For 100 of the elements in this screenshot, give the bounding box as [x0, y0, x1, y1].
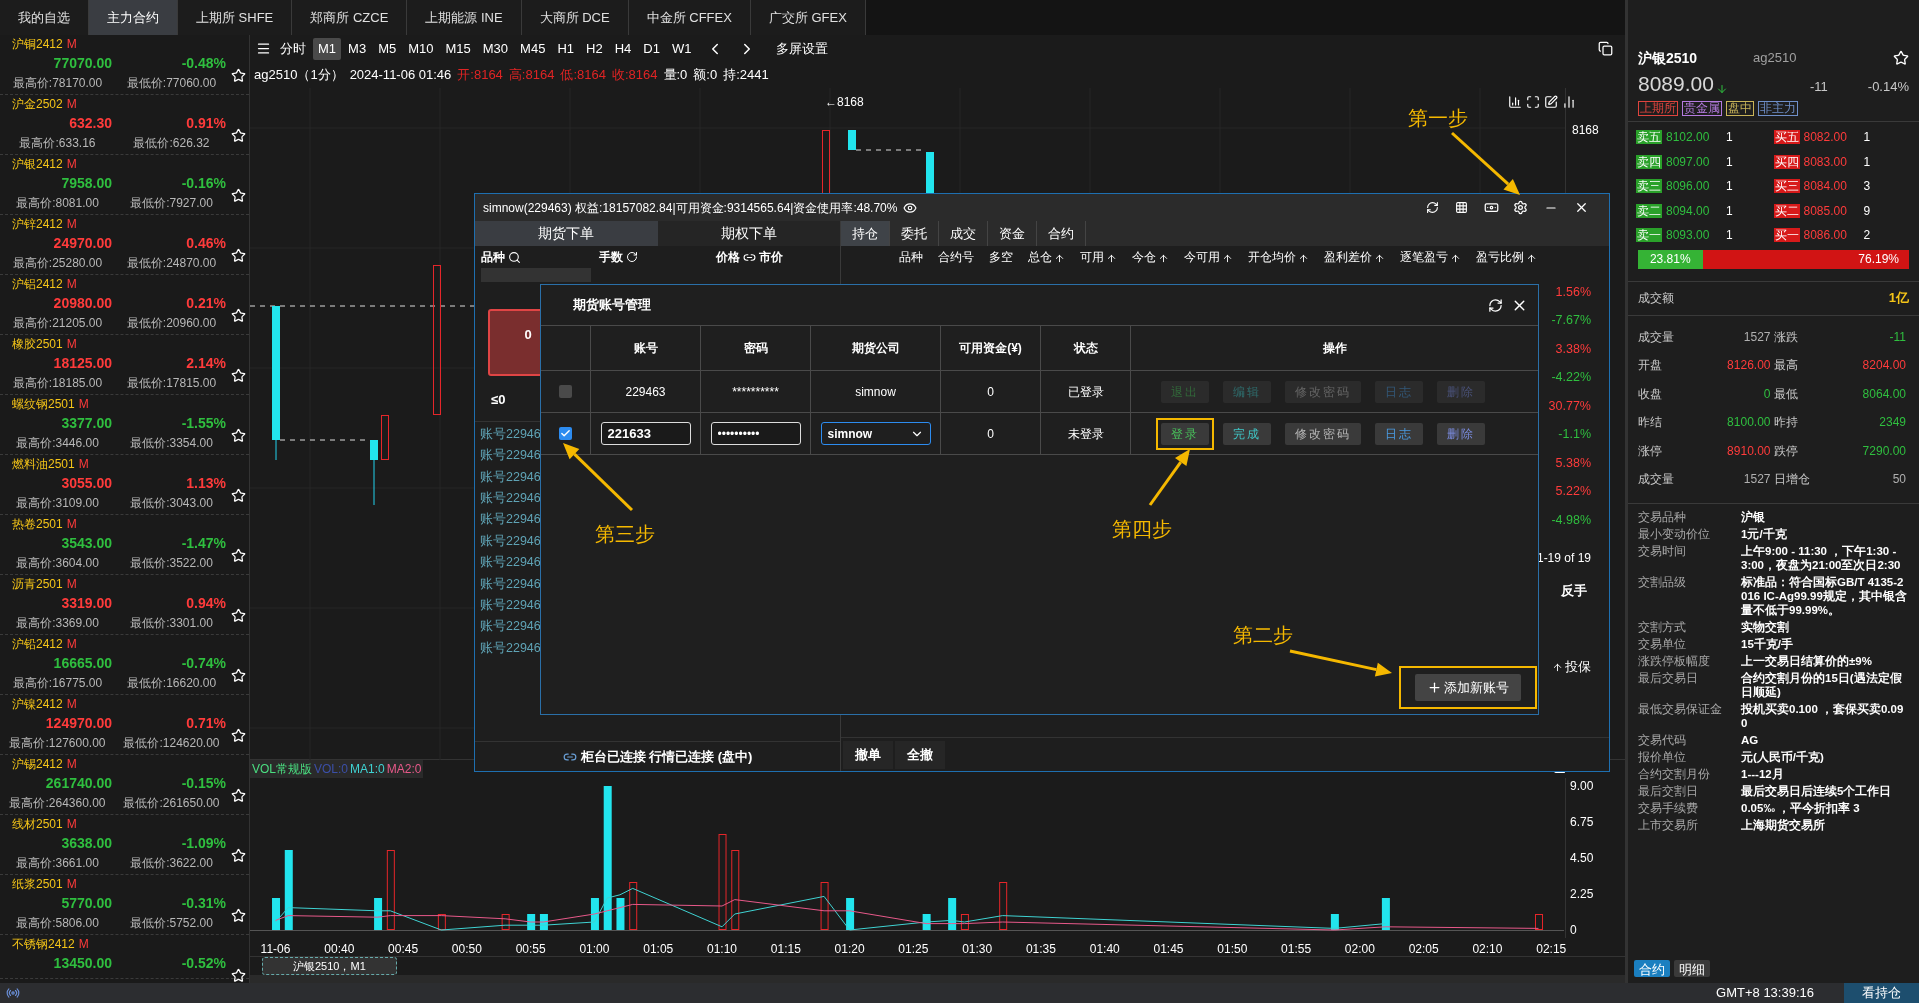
high-price: 最高价:3109.00 — [16, 496, 99, 510]
low-price: 最低价:17815.00 — [126, 376, 217, 390]
period-tab[interactable]: M5 — [373, 37, 402, 60]
info-label: 交割方式 — [1638, 619, 1687, 634]
order-book-volume: 2 — [1863, 227, 1871, 245]
change-percent: 0.94% — [186, 594, 226, 611]
row-action-button[interactable]: 完成 — [1223, 422, 1271, 445]
action-button[interactable]: 全撤 — [895, 740, 945, 769]
column-header[interactable]: 今仓 — [1132, 249, 1169, 267]
account-input[interactable]: 221633 — [600, 422, 691, 445]
axis-label: 0 — [1570, 923, 1577, 937]
contract-name: 沪金2502 — [12, 95, 63, 113]
sell-ratio: 76.19% — [1858, 251, 1899, 268]
change-percent: 0.71% — [186, 714, 226, 731]
market-tab[interactable]: 中金所 CFFEX — [628, 0, 751, 35]
panel-tab[interactable]: 合约 — [1634, 960, 1670, 977]
order-book-label: 卖二 — [1636, 203, 1662, 218]
period-tab[interactable]: M30 — [477, 37, 514, 60]
period-tab[interactable]: H4 — [609, 37, 637, 60]
password-input[interactable]: •••••••••• — [710, 422, 801, 445]
period-tab[interactable]: D1 — [638, 37, 665, 60]
column-header[interactable]: 盈利差价 — [1324, 249, 1385, 267]
stat-value: -11 — [1889, 328, 1906, 346]
period-tab[interactable]: M15 — [440, 37, 476, 60]
buy-ratio: 23.81% — [1649, 251, 1691, 268]
price-change-percent: -0.14% — [1867, 77, 1909, 96]
column-header[interactable]: 品种 — [899, 249, 923, 267]
axis-label: 9.00 — [1570, 779, 1594, 793]
reverse-button[interactable]: 反手 — [1557, 580, 1591, 600]
column-header[interactable]: 开仓均价 — [1248, 249, 1309, 267]
column-header: 投保 — [1565, 659, 1591, 676]
info-label: 涨跌停板幅度 — [1638, 653, 1711, 668]
market-tab[interactable]: 上期所 SHFE — [178, 0, 293, 35]
order-book-label: 买三 — [1773, 179, 1800, 194]
period-tab[interactable]: 分时 — [275, 37, 311, 60]
low-price: 最低价:3522.00 — [130, 556, 213, 570]
change-percent: -0.74% — [181, 654, 226, 671]
market-tab[interactable]: 郑商所 CZCE — [292, 0, 408, 35]
row-action-button[interactable]: 日志 — [1375, 422, 1423, 445]
broker-select[interactable]: simnow — [820, 422, 931, 445]
info-value: 上海期货交易所 — [1741, 817, 1826, 832]
low-price: 最低价:124620.00 — [123, 736, 220, 750]
row-action-button[interactable]: 删除 — [1437, 422, 1485, 445]
axis-label: 2.25 — [1570, 887, 1594, 901]
order-tab[interactable]: 期权下单 — [657, 221, 840, 246]
column-header[interactable]: 多空 — [989, 249, 1013, 267]
market-tab[interactable]: 广交所 GFEX — [750, 0, 866, 35]
high-price: 最高价:5806.00 — [16, 916, 99, 930]
contract-tag: M — [78, 934, 89, 953]
row-action-button[interactable]: 登录 — [1161, 422, 1209, 445]
panel-tab[interactable]: 明细 — [1674, 960, 1710, 977]
contract-tag: M — [66, 154, 77, 173]
market-tab[interactable]: 上期能源 INE — [407, 0, 522, 35]
contract-name: 热卷2501 — [12, 515, 63, 533]
contract-name: 沪镍2412 — [12, 695, 63, 713]
info-label: 交易手续费 — [1638, 800, 1699, 815]
contract-name: 不锈钢2412 — [12, 935, 75, 953]
column-header[interactable]: 今可用 — [1184, 249, 1233, 267]
info-label: 交割品级 — [1638, 574, 1687, 590]
action-button[interactable]: 撤单 — [843, 740, 893, 769]
profit-ratio: 5.22% — [1555, 483, 1591, 501]
market-tab[interactable]: 大商所 DCE — [521, 0, 629, 35]
order-book-label: 卖三 — [1636, 179, 1662, 194]
info-label: 交易时间 — [1638, 543, 1687, 559]
market-tab[interactable]: 我的自选 — [0, 0, 89, 35]
order-book-price: 8083.00 — [1803, 153, 1848, 171]
chart-info-text: 额:0 — [693, 66, 718, 85]
market-tag: 盘中 — [1726, 100, 1754, 116]
order-tab[interactable]: 期货下单 — [475, 221, 658, 246]
period-tab[interactable]: H2 — [581, 37, 608, 60]
stat-label: 开盘 — [1638, 357, 1662, 374]
multi-screen-button[interactable]: 多屏设置 — [776, 38, 829, 59]
column-header[interactable]: 逐笔盈亏 — [1400, 249, 1461, 267]
period-tab[interactable]: H1 — [552, 37, 579, 60]
column-header[interactable]: 合约号 — [938, 249, 974, 267]
order-book-price: 8085.00 — [1803, 202, 1848, 220]
last-price: 3543.00 — [61, 534, 112, 551]
column-header[interactable]: 盈亏比例 — [1476, 249, 1537, 267]
order-book-volume: 1 — [1726, 227, 1733, 245]
profit-ratio: 3.38% — [1555, 340, 1591, 358]
position-tab[interactable]: 持仓 — [841, 221, 890, 246]
row-action-button[interactable]: 修改密码 — [1285, 422, 1361, 445]
contract-tag: M — [66, 514, 77, 533]
period-tab[interactable]: M3 — [343, 37, 372, 60]
period-tab[interactable]: M45 — [515, 37, 551, 60]
add-account-button[interactable]: 添加新账号 — [1415, 674, 1521, 701]
order-book-volume: 1 — [1863, 153, 1871, 171]
column-header[interactable]: 总仓 — [1028, 249, 1065, 267]
view-positions-button[interactable]: 看持仓 — [1844, 983, 1919, 1003]
market-tab[interactable]: 主力合约 — [89, 0, 178, 35]
contract-name: 沪铅2412 — [12, 635, 63, 653]
time-label: 01:50 — [1216, 941, 1249, 958]
time-label: 01:00 — [578, 941, 611, 958]
last-price: 261740.00 — [45, 774, 112, 791]
period-tab[interactable]: M10 — [403, 37, 439, 60]
account-log-line: 账号22946 — [480, 490, 541, 507]
column-header[interactable]: 可用 — [1080, 249, 1117, 267]
period-tab[interactable]: M1 — [313, 37, 342, 60]
period-tab[interactable]: W1 — [666, 37, 697, 60]
order-book-volume: 9 — [1863, 202, 1871, 220]
